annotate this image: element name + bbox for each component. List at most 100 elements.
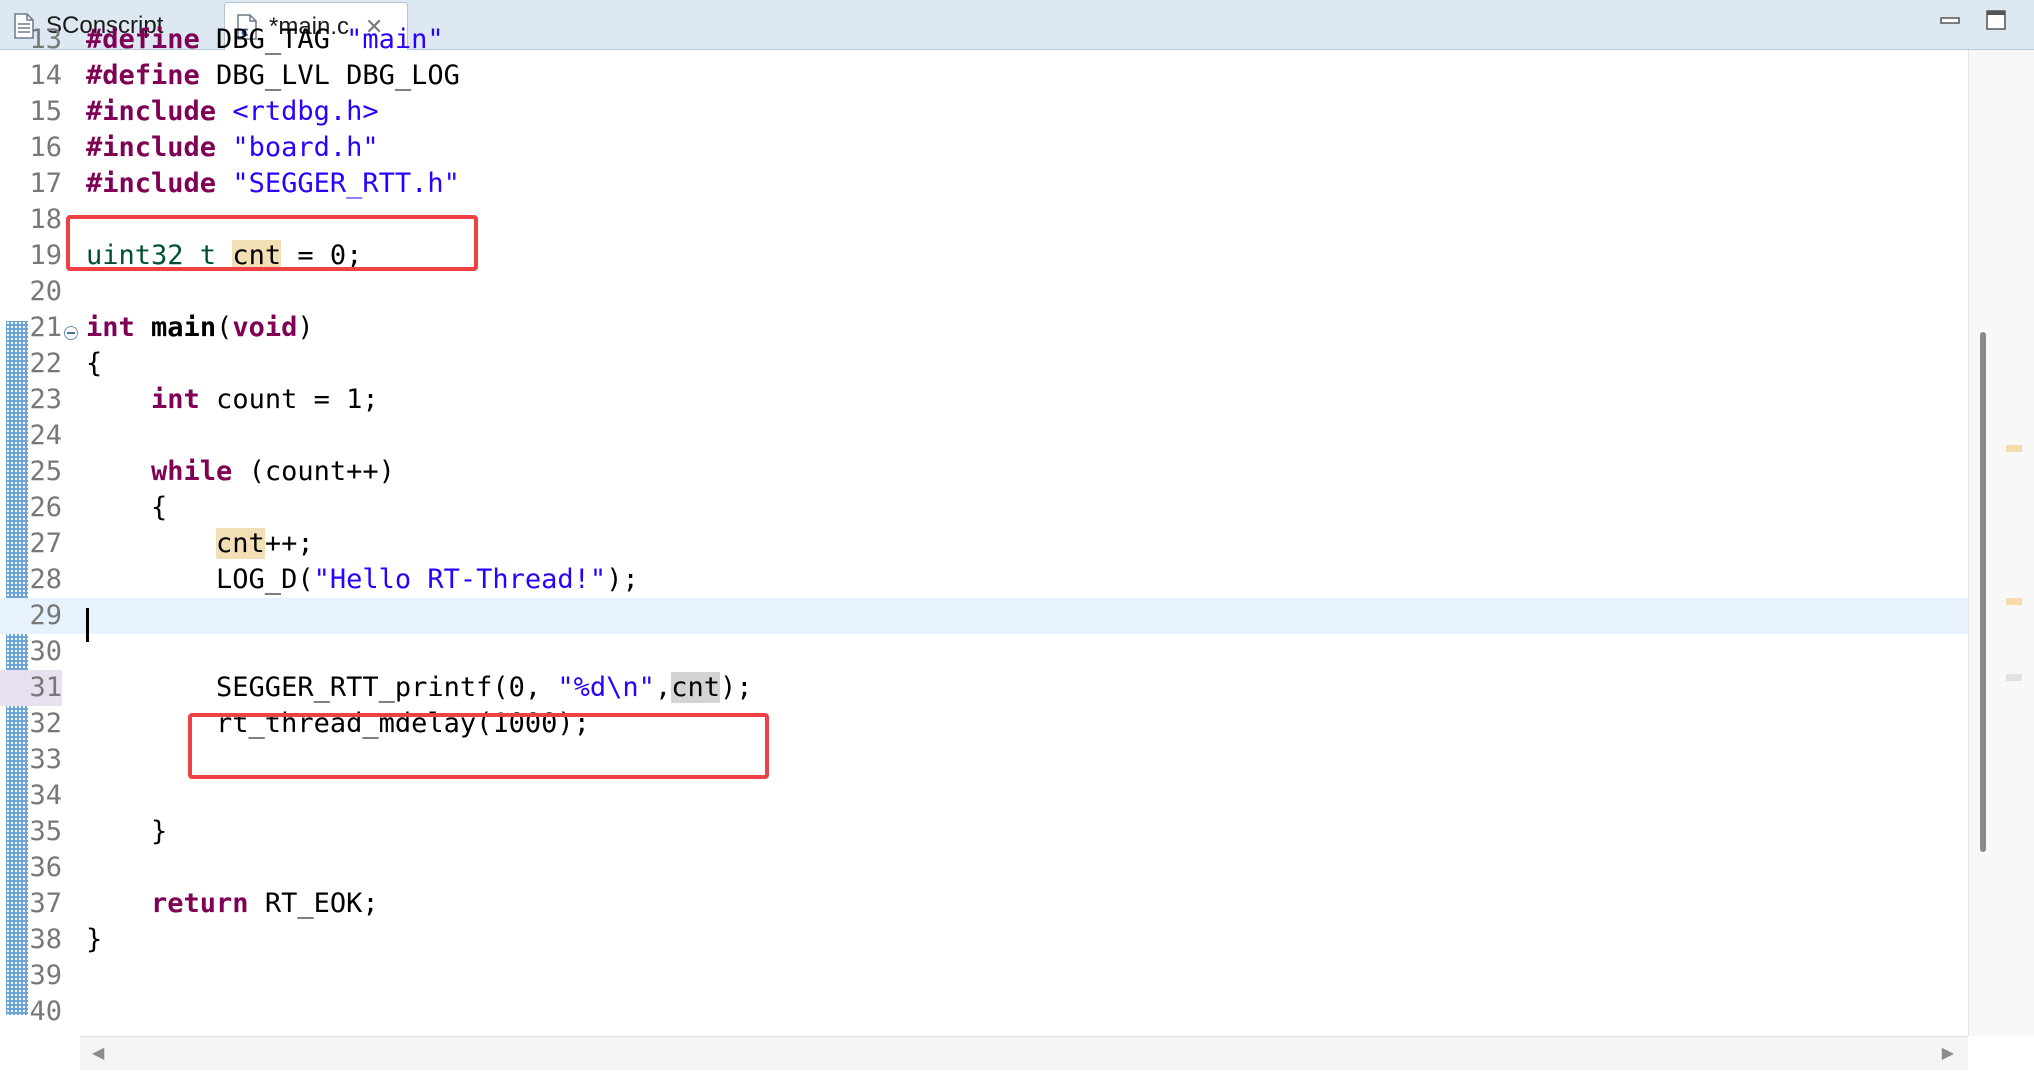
code-token: <rtdbg.h> (232, 96, 379, 127)
line-number: 27 (29, 528, 62, 559)
line-number: 39 (29, 960, 62, 991)
code-token: { (86, 492, 168, 523)
code-text: #include <rtdbg.h> (86, 94, 379, 130)
code-line[interactable]: 17 #include "SEGGER_RTT.h" (0, 166, 1968, 202)
code-token: #define (86, 60, 200, 91)
code-token: "SEGGER_RTT.h" (232, 168, 460, 199)
code-token: (count++) (232, 456, 395, 487)
line-number: 30 (29, 636, 62, 667)
line-number: 24 (29, 420, 62, 451)
code-line[interactable]: 15 #include <rtdbg.h> (0, 94, 1968, 130)
code-line[interactable]: 34 (0, 778, 1968, 814)
code-line[interactable]: 37 return RT_EOK; (0, 886, 1968, 922)
code-token: ) (297, 312, 314, 343)
maximize-icon[interactable] (1984, 8, 2008, 32)
code-line[interactable]: 28 LOG_D("Hello RT-Thread!"); (0, 562, 1968, 598)
code-line[interactable]: 24 (0, 418, 1968, 454)
code-text: return RT_EOK; (86, 886, 379, 922)
code-token: RT_EOK; (248, 888, 379, 919)
occurrence-marker-icon[interactable] (2006, 598, 2022, 605)
fold-collapse-icon[interactable] (64, 326, 78, 340)
line-number: 40 (29, 996, 62, 1027)
code-token: DBG_TAG (199, 24, 347, 55)
code-text: int count = 1; (86, 382, 379, 418)
code-text: #define DBG_TAG "main" (86, 22, 444, 58)
line-number: 31 (0, 670, 62, 706)
scroll-right-icon[interactable]: ▶ (1942, 1043, 1954, 1063)
code-line[interactable]: 25 while (count++) (0, 454, 1968, 490)
code-line[interactable]: 35 } (0, 814, 1968, 850)
code-token: #include (86, 96, 217, 127)
code-line[interactable]: 20 (0, 274, 1968, 310)
code-line[interactable]: 31 SEGGER_RTT_printf(0, "%d\n",cnt); (0, 670, 1968, 706)
code-editor[interactable]: 13 #define DBG_TAG "main" 14 #define DBG_LV… (0, 24, 2034, 1078)
line-number: 28 (29, 564, 62, 595)
line-number: 37 (29, 888, 62, 919)
line-number: 22 (29, 348, 62, 379)
occurrence-marker-icon[interactable] (2006, 445, 2022, 452)
code-token: } (86, 816, 168, 847)
horizontal-scrollbar[interactable]: ◀ ▶ (80, 1036, 1968, 1070)
code-line[interactable]: 39 (0, 958, 1968, 994)
overview-ruler[interactable] (1968, 50, 2034, 1036)
code-token: { (86, 348, 103, 379)
code-line[interactable]: 21 int main(void) (0, 310, 1968, 346)
code-token: #include (86, 168, 217, 199)
code-token: int (86, 312, 135, 343)
code-line[interactable]: 16 #include "board.h" (0, 130, 1968, 166)
code-line[interactable]: 36 (0, 850, 1968, 886)
annotation-box-printf (188, 713, 769, 779)
code-text: #define DBG_LVL DBG_LOG (86, 58, 460, 94)
occurrence-marker-icon[interactable] (2006, 674, 2022, 681)
line-number: 25 (29, 456, 62, 487)
scroll-left-icon[interactable]: ◀ (92, 1043, 104, 1063)
code-token: count = 1; (199, 384, 379, 415)
code-line[interactable]: 14 #define DBG_LVL DBG_LOG (0, 58, 1968, 94)
code-line[interactable]: 23 int count = 1; (0, 382, 1968, 418)
code-token: #define (86, 24, 200, 55)
code-token: main (151, 312, 217, 343)
code-token: ); (720, 672, 753, 703)
code-token: void (232, 312, 298, 343)
code-text: LOG_D("Hello RT-Thread!"); (86, 562, 639, 598)
code-line[interactable]: 40 (0, 994, 1968, 1030)
code-text: } (86, 922, 102, 958)
line-number: 17 (29, 168, 62, 199)
code-line[interactable]: 38} (0, 922, 1968, 958)
code-line[interactable]: 22 { (0, 346, 1968, 382)
code-token: SEGGER_RTT_printf(0, (86, 672, 558, 703)
code-line[interactable]: 27 cnt++; (0, 526, 1968, 562)
code-token: #include (86, 132, 217, 163)
code-token: return (151, 888, 249, 919)
code-line[interactable]: 30 (0, 634, 1968, 670)
code-token: } (86, 924, 103, 955)
code-token: "board.h" (232, 132, 379, 163)
line-number: 15 (29, 96, 62, 127)
line-number: 34 (29, 780, 62, 811)
code-text: } (86, 814, 167, 850)
code-text: int main(void) (86, 310, 314, 346)
code-line[interactable]: 13 #define DBG_TAG "main" (0, 22, 1968, 58)
line-number: 18 (29, 204, 62, 235)
line-number: 33 (29, 744, 62, 775)
vertical-scrollbar-thumb[interactable] (1980, 332, 1986, 852)
code-token: while (151, 456, 233, 487)
code-token: DBG_LVL DBG_LOG (199, 60, 460, 91)
line-number: 32 (29, 708, 62, 739)
code-line[interactable]: 26 { (0, 490, 1968, 526)
line-number: 35 (29, 816, 62, 847)
line-number: 21 (29, 312, 62, 343)
line-number: 16 (29, 132, 62, 163)
code-token: int (151, 384, 200, 415)
code-token: "main" (346, 24, 444, 55)
code-line[interactable]: 29 (0, 598, 1968, 634)
code-text: { (86, 490, 167, 526)
code-text: { (86, 346, 102, 382)
